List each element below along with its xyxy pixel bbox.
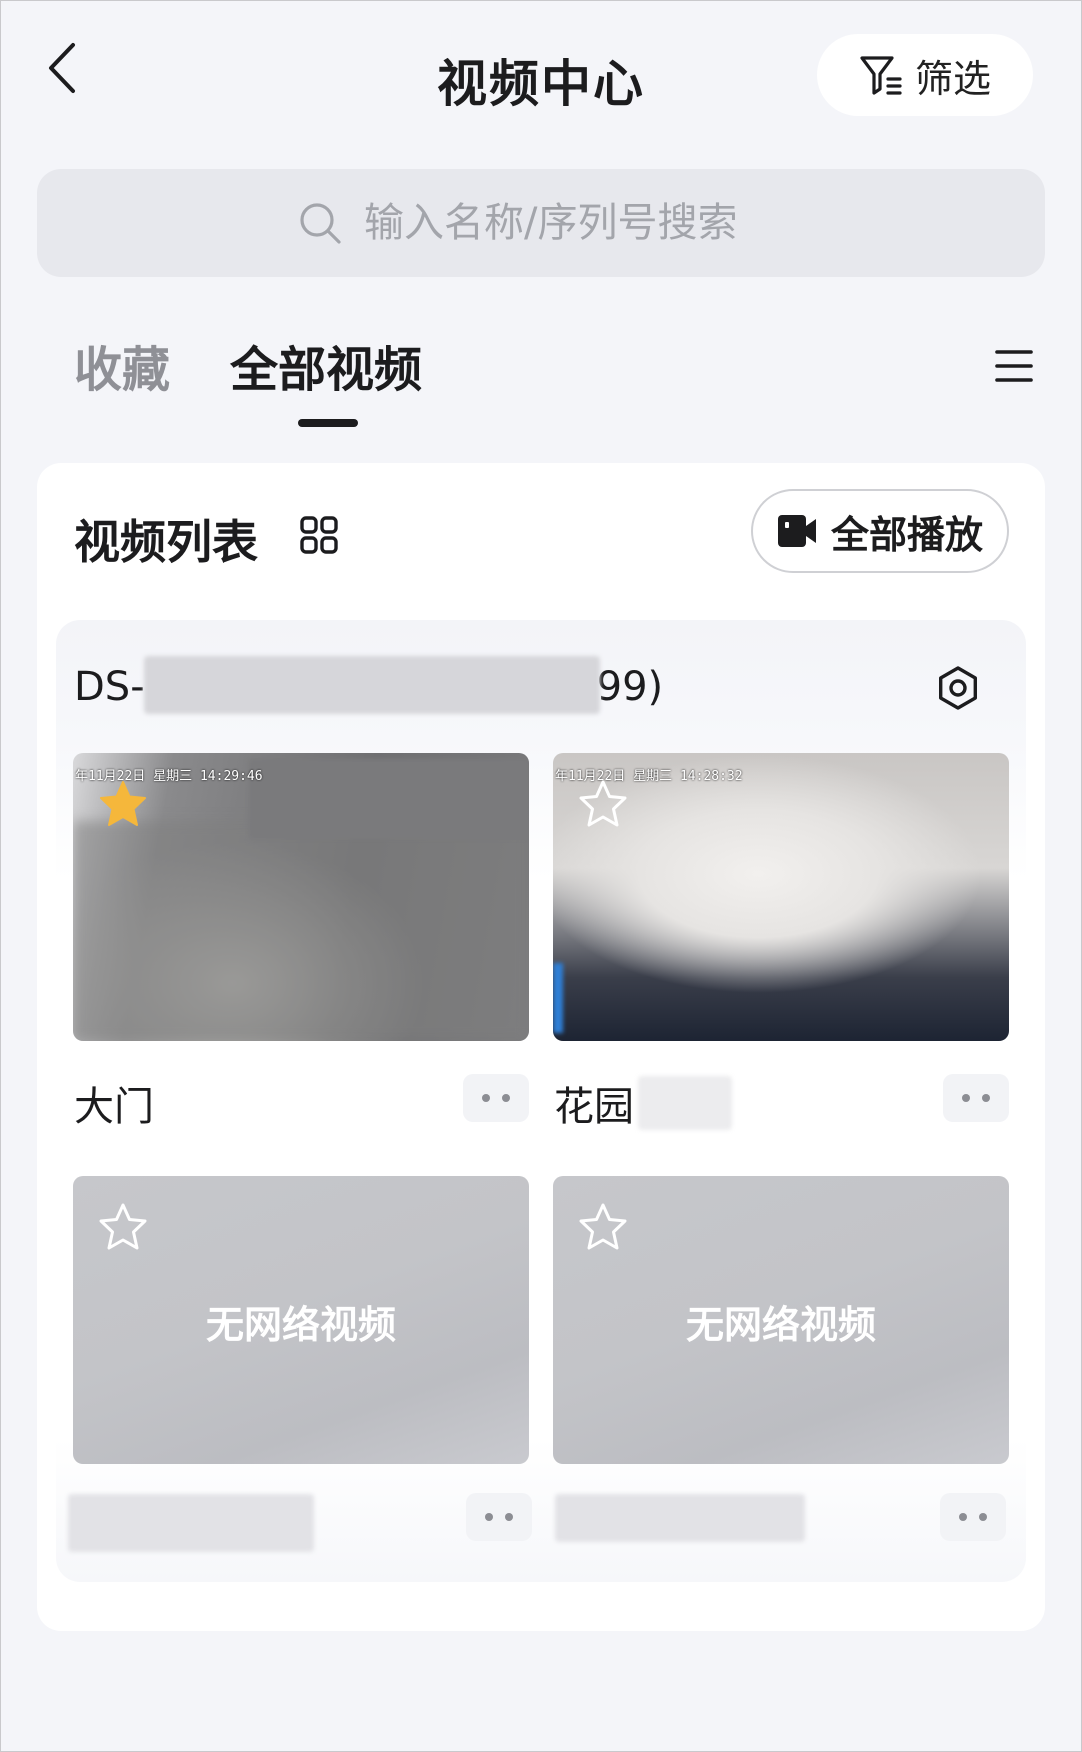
search-input[interactable] [364, 200, 784, 246]
camera-thumbnail-offline[interactable]: 无网络视频 [553, 1176, 1009, 1464]
camera-more-button[interactable] [466, 1493, 532, 1541]
favorite-star-filled-icon[interactable] [97, 779, 149, 829]
blurred-region [73, 821, 529, 1041]
blurred-region [249, 759, 529, 839]
camera-name: 花园 [554, 1084, 634, 1130]
dot [502, 1094, 510, 1102]
camera-thumbnail[interactable]: 年11月22日 星期三 14:29:46 [73, 753, 529, 1041]
favorite-star-outline-icon[interactable] [97, 1202, 149, 1252]
dot [482, 1094, 490, 1102]
grid-view-icon[interactable] [300, 516, 338, 554]
play-all-label: 全部播放 [830, 512, 983, 557]
redacted-camera-name [555, 1494, 805, 1542]
no-network-label: 无网络视频 [205, 1303, 396, 1347]
search-bar[interactable] [37, 169, 1045, 277]
dot [979, 1513, 987, 1521]
camera-thumbnail-offline[interactable]: 无网络视频 [73, 1176, 529, 1464]
dot [505, 1513, 513, 1521]
dot [485, 1513, 493, 1521]
funnel-icon [860, 56, 902, 95]
play-all-button[interactable]: 全部播放 [751, 489, 1009, 573]
video-list-title: 视频列表 [74, 515, 258, 569]
camera-name: 大门 [74, 1084, 154, 1130]
camera-thumbnail[interactable]: 年11月22日 星期三 14:28:32 [553, 753, 1009, 1041]
active-tab-indicator [298, 419, 358, 427]
blurred-region [553, 963, 563, 1033]
dot [959, 1513, 967, 1521]
filter-button[interactable]: 筛选 [817, 34, 1033, 116]
video-camera-icon [777, 515, 816, 547]
dot [982, 1094, 990, 1102]
device-name-suffix: 99) [596, 664, 664, 710]
camera-more-button[interactable] [943, 1074, 1009, 1122]
tab-all-videos[interactable]: 全部视频 [230, 330, 422, 400]
no-network-label: 无网络视频 [685, 1303, 876, 1347]
favorite-star-outline-icon[interactable] [577, 1202, 629, 1252]
favorite-star-outline-icon[interactable] [577, 779, 629, 829]
filter-label: 筛选 [914, 56, 991, 101]
settings-hex-icon[interactable] [936, 666, 980, 710]
camera-more-button[interactable] [463, 1074, 529, 1122]
redacted-camera-name [68, 1494, 314, 1552]
camera-more-button[interactable] [940, 1493, 1006, 1541]
device-name-prefix: DS- [74, 664, 145, 710]
tab-favorites[interactable]: 收藏 [74, 330, 170, 400]
redacted-camera-name [638, 1076, 732, 1130]
dot [962, 1094, 970, 1102]
search-icon [300, 203, 341, 244]
hamburger-menu-icon[interactable] [994, 346, 1034, 386]
redacted-device-name [144, 656, 600, 714]
